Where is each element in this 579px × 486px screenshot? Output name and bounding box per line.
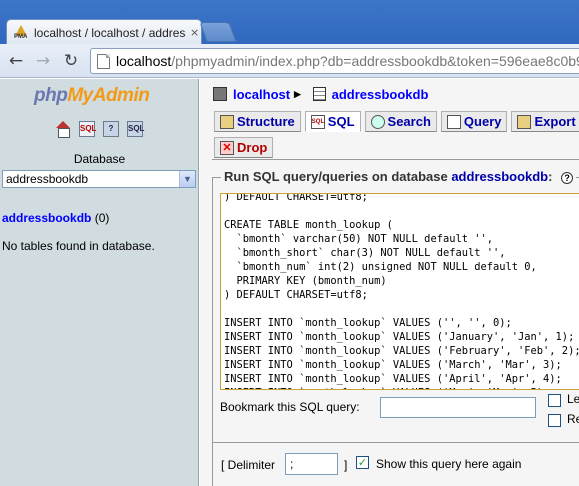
browser-tab-title: localhost / localhost / addressb — [34, 25, 186, 40]
docs-icon[interactable]: SQL — [127, 121, 144, 137]
main-frame: localhost ▸ addressbookdb Structure SQL … — [200, 79, 579, 486]
breadcrumb: localhost ▸ addressbookdb — [213, 86, 428, 102]
structure-icon — [220, 114, 234, 129]
database-label: Database — [73, 152, 126, 166]
database-select[interactable]: addressbookdb ▼ — [2, 170, 196, 188]
sql-icon[interactable]: SQL — [79, 121, 96, 137]
tab-drop[interactable]: ✕ Drop — [214, 137, 274, 158]
secondary-tabs: ✕ Drop — [214, 137, 274, 158]
browser-toolbar: ← → ↻ localhost/phpmyadmin/index.php?db=… — [0, 44, 579, 78]
search-icon — [370, 114, 385, 129]
delimiter-fieldset: [ Delimiter ; ] ✓ Show this query here a… — [212, 442, 579, 486]
url-host: localhost — [116, 53, 172, 69]
legend-database-link[interactable]: addressbookdb — [451, 169, 548, 184]
sql-query-textarea[interactable]: ) DEFAULT CHARSET=utf8; CREATE TABLE mon… — [220, 193, 579, 390]
chevron-down-icon[interactable]: ▼ — [179, 171, 195, 187]
tab-export[interactable]: Export — [511, 111, 579, 132]
database-entry: addressbookdb (0) — [2, 211, 109, 225]
reload-button[interactable]: ↻ — [61, 51, 81, 71]
bookmark-option-checkbox-2[interactable] — [548, 414, 561, 427]
home-icon[interactable] — [55, 121, 71, 138]
main-tabs: Structure SQL SQL Search Query Export — [214, 111, 579, 132]
breadcrumb-server[interactable]: localhost — [233, 87, 290, 102]
browser-tab-strip: PMA localhost / localhost / addressb × — [0, 0, 579, 45]
delimiter-input[interactable]: ; — [285, 453, 338, 475]
tab-close-icon[interactable]: × — [190, 26, 199, 39]
breadcrumb-database[interactable]: addressbookdb — [332, 87, 429, 102]
tab-sql[interactable]: SQL SQL — [304, 111, 361, 132]
sql-query-text: ) DEFAULT CHARSET=utf8; CREATE TABLE mon… — [224, 193, 579, 389]
export-icon — [517, 114, 532, 129]
browser-tab[interactable]: PMA localhost / localhost / addressb × — [6, 19, 202, 45]
table-count: (0) — [94, 211, 110, 225]
database-icon — [312, 87, 326, 101]
sql-icon: SQL — [310, 114, 325, 129]
new-tab-button[interactable] — [199, 22, 237, 42]
sql-query-fieldset: Run SQL query/queries on database addres… — [212, 169, 579, 464]
database-select-value: addressbookdb — [6, 172, 89, 186]
url-path: /phpmyadmin/index.php?db=addressbookdb&t… — [171, 53, 579, 69]
bookmark-option-label-1: Le — [567, 392, 579, 406]
query-icon — [446, 114, 461, 129]
tab-search[interactable]: Search — [364, 111, 437, 132]
breadcrumb-separator: ▸ — [294, 86, 301, 101]
delimiter-label: [ Delimiter — [221, 458, 276, 472]
show-query-checkbox[interactable]: ✓ — [356, 456, 369, 469]
reload-icon: ↻ — [63, 51, 79, 71]
arrow-right-icon: → — [35, 51, 51, 71]
forward-button[interactable]: → — [33, 51, 53, 71]
bookmark-input[interactable] — [380, 397, 536, 418]
navigation-frame: phpMyAdmin SQL ? SQL Database addressboo… — [0, 79, 199, 486]
drop-icon: ✕ — [220, 140, 234, 155]
show-query-label: Show this query here again — [376, 457, 522, 471]
query-window-icon[interactable]: ? — [103, 121, 119, 137]
back-button[interactable]: ← — [6, 51, 26, 71]
bookmark-label: Bookmark this SQL query: — [220, 400, 360, 414]
bookmark-option-label-2: Re — [567, 412, 579, 426]
address-bar[interactable]: localhost/phpmyadmin/index.php?db=addres… — [90, 48, 579, 74]
delimiter-bracket: ] — [344, 458, 348, 472]
phpmyadmin-logo[interactable]: phpMyAdmin — [34, 85, 150, 107]
phpmyadmin-favicon-icon: PMA — [13, 24, 29, 41]
page-icon — [97, 53, 110, 69]
server-icon — [213, 87, 227, 101]
help-icon[interactable]: ? — [561, 172, 574, 184]
tab-query[interactable]: Query — [440, 111, 508, 132]
arrow-left-icon: ← — [8, 51, 24, 71]
database-link[interactable]: addressbookdb — [2, 211, 91, 225]
no-tables-message: No tables found in database. — [2, 239, 155, 253]
sql-query-legend: Run SQL query/queries on database addres… — [221, 169, 577, 184]
tab-divider — [212, 159, 579, 160]
nav-icon-row: SQL ? SQL — [55, 121, 144, 138]
bookmark-option-checkbox-1[interactable] — [548, 394, 561, 407]
tab-structure[interactable]: Structure — [214, 111, 301, 132]
